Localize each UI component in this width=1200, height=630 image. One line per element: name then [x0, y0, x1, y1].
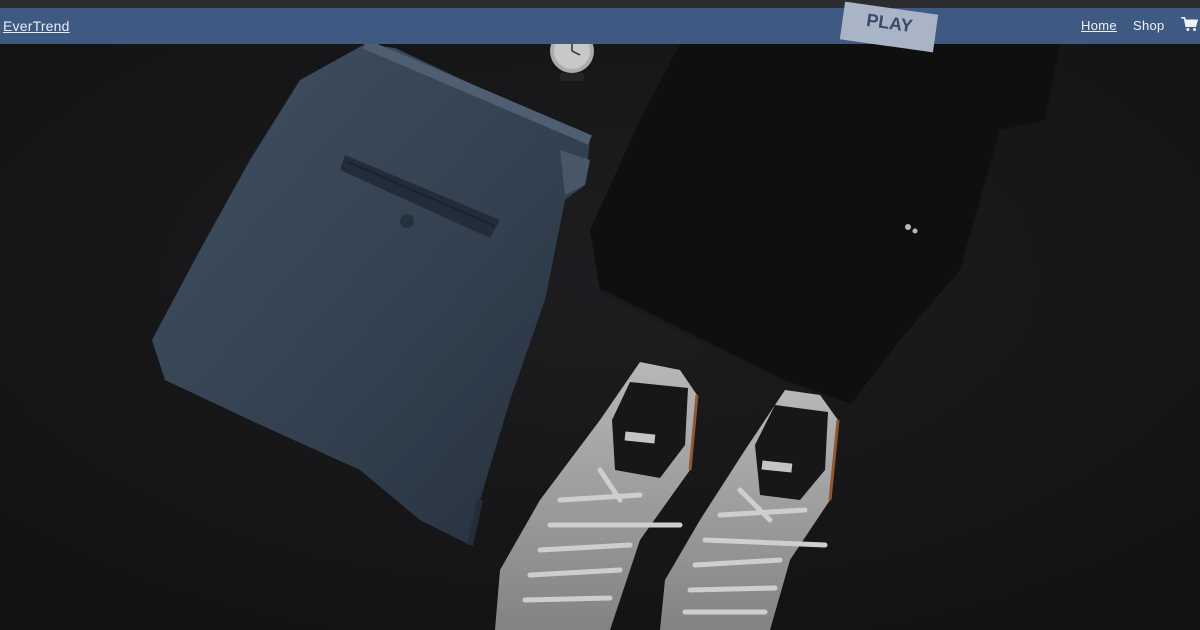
- shopping-cart-icon[interactable]: [1181, 17, 1198, 32]
- tag-text: PLAY: [865, 9, 914, 37]
- nav-link-shop[interactable]: Shop: [1133, 18, 1165, 33]
- brand-logo-link[interactable]: EverTrend: [3, 18, 70, 34]
- hero-flatlay-illustration: [0, 44, 1200, 630]
- nav-link-home[interactable]: Home: [1081, 18, 1117, 33]
- hero-image: [0, 44, 1200, 630]
- browser-top-strip: [0, 0, 1200, 8]
- navbar: EverTrend Home Shop: [0, 8, 1200, 44]
